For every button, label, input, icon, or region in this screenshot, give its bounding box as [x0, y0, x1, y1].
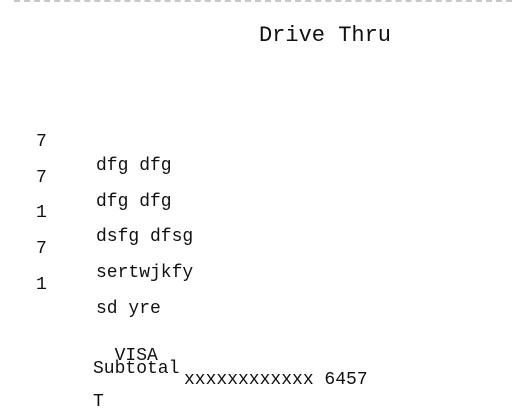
list-item: 7 sertwjkfy [0, 213, 512, 283]
payment-line: VISA xxxxxxxxxxxx 6457 [93, 320, 512, 390]
receipt-title: Drive Thru [258, 23, 392, 48]
list-item: 7 dfg dfg [0, 142, 512, 212]
list-item: 7 dfg dfg [0, 106, 512, 176]
list-item: 1 sd yre [0, 249, 512, 319]
list-item: 1 dsfg dfsg [0, 177, 512, 247]
cut-off-line: T [93, 392, 104, 412]
item-name: sd yre [96, 299, 161, 319]
receipt-tear-edge [14, 0, 512, 2]
item-quantity: 1 [36, 275, 47, 295]
card-number: xxxxxxxxxxxx 6457 [184, 370, 368, 390]
subtotal-label: Subtotal [93, 359, 180, 379]
